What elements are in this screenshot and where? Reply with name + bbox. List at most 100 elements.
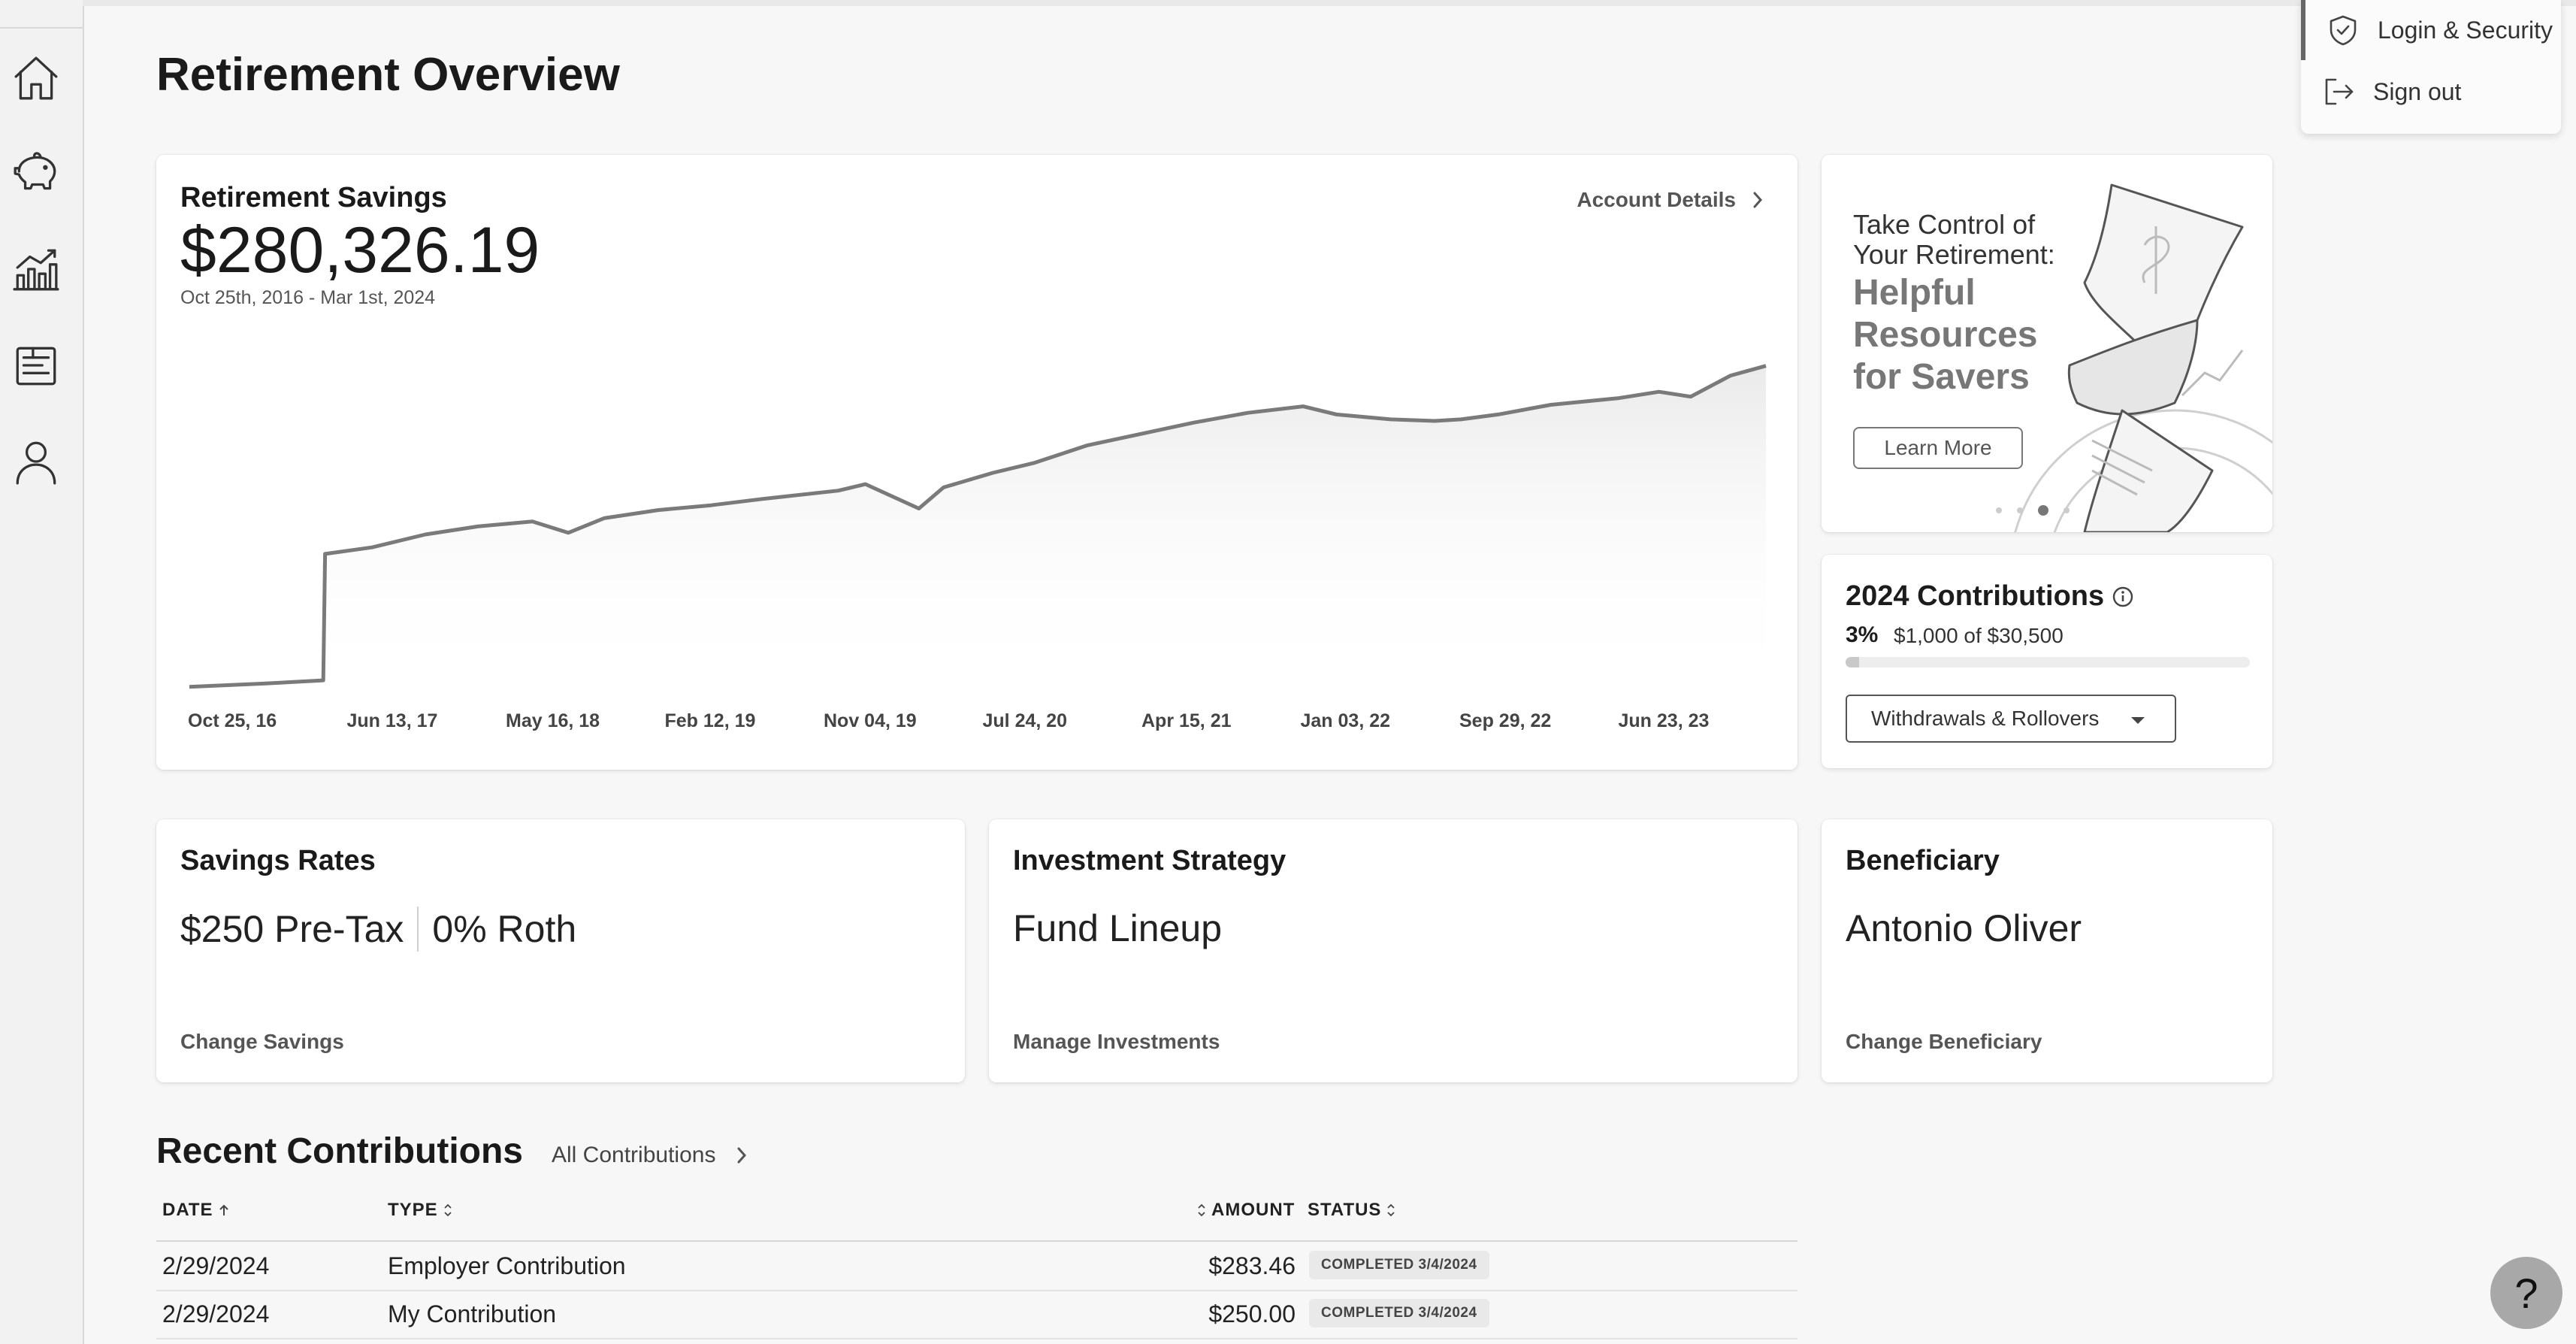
info-icon[interactable]: [2112, 586, 2134, 608]
chevron-right-icon: [737, 1147, 747, 1164]
recent-contributions-title: Recent Contributions: [156, 1131, 523, 1171]
row-amount: $283.46: [1208, 1252, 1296, 1279]
learn-more-button[interactable]: Learn More: [1853, 427, 2023, 469]
column-header-date[interactable]: DATE: [162, 1200, 230, 1221]
carousel-dot[interactable]: [1996, 507, 2002, 513]
top-bar: [83, 0, 2576, 6]
x-tick-label: Jul 24, 20: [983, 710, 1068, 731]
x-tick-label: Sep 29, 22: [1459, 710, 1551, 731]
x-tick-label: Apr 15, 21: [1141, 710, 1232, 731]
contributions-title: 2024 Contributions: [1846, 580, 2105, 612]
sort-ascending-icon: [219, 1204, 228, 1215]
contributions-amounts: $1,000 of $30,500: [1894, 624, 2064, 647]
account-details-link[interactable]: Account Details: [1577, 188, 1763, 212]
sort-icon: [444, 1203, 452, 1217]
promo-card[interactable]: Take Control of Your Retirement: Helpful…: [1822, 155, 2272, 532]
status-badge: COMPLETED 3/4/2024: [1309, 1299, 1489, 1327]
retirement-savings-card: Oct 25, 16 Jun 13, 17 May 16, 18 Feb 12, 19…: [156, 155, 1797, 770]
user-icon: [16, 441, 56, 485]
dropdown-value: Withdrawals & Rollovers: [1871, 707, 2100, 730]
sidebar-item-home[interactable]: [11, 53, 62, 104]
carousel-dot[interactable]: [2017, 507, 2023, 513]
savings-rates-card: Savings Rates $250 Pre-Tax 0% Roth Chang…: [156, 819, 965, 1082]
savings-balance: $280,326.19: [180, 214, 540, 286]
account-details-label: Account Details: [1577, 188, 1736, 211]
menu-item-sign-out[interactable]: Sign out: [2301, 62, 2561, 122]
contributions-progress-bar: [1846, 657, 2250, 667]
sign-out-icon: [2325, 78, 2354, 105]
chart-area-fill: [189, 365, 1766, 690]
document-icon: [16, 347, 56, 386]
status-badge: COMPLETED 3/4/2024: [1309, 1251, 1489, 1279]
piggy-bank-icon: [14, 152, 56, 190]
shield-check-icon: [2330, 15, 2357, 46]
row-date: 2/29/2024: [162, 1252, 270, 1279]
sidebar-item-documents[interactable]: [11, 340, 62, 391]
column-header-amount-label: AMOUNT: [1211, 1200, 1296, 1220]
savings-rates-values: $250 Pre-Tax 0% Roth: [180, 907, 576, 952]
beneficiary-name: Antonio Oliver: [1846, 907, 2082, 949]
sidebar-item-investments[interactable]: [11, 244, 62, 295]
page-title: Retirement Overview: [156, 49, 620, 101]
column-header-date-label: DATE: [162, 1200, 213, 1220]
column-header-status[interactable]: STATUS: [1308, 1200, 1396, 1221]
menu-item-label: Login & Security: [2378, 16, 2553, 44]
user-menu-dropdown: Login & Security Sign out: [2301, 0, 2561, 134]
manage-investments-link[interactable]: Manage Investments: [1013, 1030, 1220, 1054]
all-contributions-label: All Contributions: [552, 1143, 716, 1167]
x-tick-label: Jun 13, 17: [347, 710, 438, 731]
menu-item-label: Sign out: [2373, 77, 2462, 105]
change-savings-link[interactable]: Change Savings: [180, 1030, 344, 1054]
pretax-rate: $250 Pre-Tax: [180, 908, 404, 950]
withdrawals-rollovers-dropdown[interactable]: Withdrawals & Rollovers: [1846, 695, 2176, 743]
sort-icon: [1198, 1203, 1205, 1217]
table-row[interactable]: 2/29/2024 My Contribution $250.00 COMPLE…: [156, 1290, 1797, 1339]
caret-down-icon: [2131, 717, 2145, 724]
carousel-dot[interactable]: [2064, 507, 2070, 513]
contributions-title-row: 2024 Contributions: [1846, 580, 2134, 613]
column-header-status-label: STATUS: [1308, 1200, 1382, 1220]
carousel-dot-active[interactable]: [2038, 505, 2048, 516]
sidebar-item-savings[interactable]: [11, 147, 62, 198]
sort-icon: [1387, 1203, 1395, 1217]
contributions-card: 2024 Contributions 3% $1,000 of $30,500 …: [1822, 555, 2272, 768]
investment-strategy-value: Fund Lineup: [1013, 907, 1223, 949]
row-type: My Contribution: [388, 1300, 557, 1327]
row-date: 2/29/2024: [162, 1300, 270, 1327]
column-header-amount[interactable]: AMOUNT: [1196, 1200, 1295, 1221]
promo-headline-2: Resources: [1853, 315, 2038, 355]
investment-strategy-card: Investment Strategy Fund Lineup Manage I…: [989, 819, 1797, 1082]
change-beneficiary-link[interactable]: Change Beneficiary: [1846, 1030, 2042, 1054]
promo-headline-3: for Savers: [1853, 357, 2030, 397]
savings-rates-title: Savings Rates: [180, 845, 376, 876]
x-tick-label: Feb 12, 19: [665, 710, 756, 731]
x-tick-label: Nov 04, 19: [824, 710, 917, 731]
promo-line-1: Take Control of: [1853, 209, 2036, 240]
beneficiary-card: Beneficiary Antonio Oliver Change Benefi…: [1822, 819, 2272, 1082]
x-tick-label: Oct 25, 16: [188, 710, 277, 731]
column-header-type[interactable]: TYPE: [388, 1200, 453, 1221]
all-contributions-link[interactable]: All Contributions: [552, 1143, 747, 1168]
promo-headline-1: Helpful: [1853, 273, 1976, 313]
x-tick-label: Jun 23, 23: [1619, 710, 1710, 731]
value-separator: [417, 907, 419, 952]
x-tick-label: May 16, 18: [506, 710, 600, 731]
bar-chart-icon: [13, 249, 59, 291]
contributions-percent: 3%: [1846, 622, 1879, 647]
sidebar-item-profile[interactable]: [11, 436, 62, 487]
menu-item-login-security[interactable]: Login & Security: [2301, 0, 2565, 60]
help-button[interactable]: ?: [2490, 1257, 2562, 1329]
row-amount: $250.00: [1208, 1300, 1296, 1327]
chevron-right-icon: [1753, 192, 1763, 208]
roth-rate: 0% Roth: [432, 908, 577, 950]
sidebar: [0, 0, 84, 1344]
investment-strategy-title: Investment Strategy: [1013, 845, 1286, 876]
promo-line-2: Your Retirement:: [1853, 239, 2055, 270]
contributions-progress-fill: [1846, 657, 1859, 667]
table-row[interactable]: 2/29/2024 Employer Contribution $283.46 …: [156, 1242, 1797, 1291]
beneficiary-title: Beneficiary: [1846, 845, 2000, 876]
sidebar-divider: [0, 27, 83, 29]
row-type: Employer Contribution: [388, 1252, 626, 1279]
x-tick-label: Jan 03, 22: [1301, 710, 1391, 731]
savings-date-range: Oct 25th, 2016 - Mar 1st, 2024: [180, 287, 436, 308]
